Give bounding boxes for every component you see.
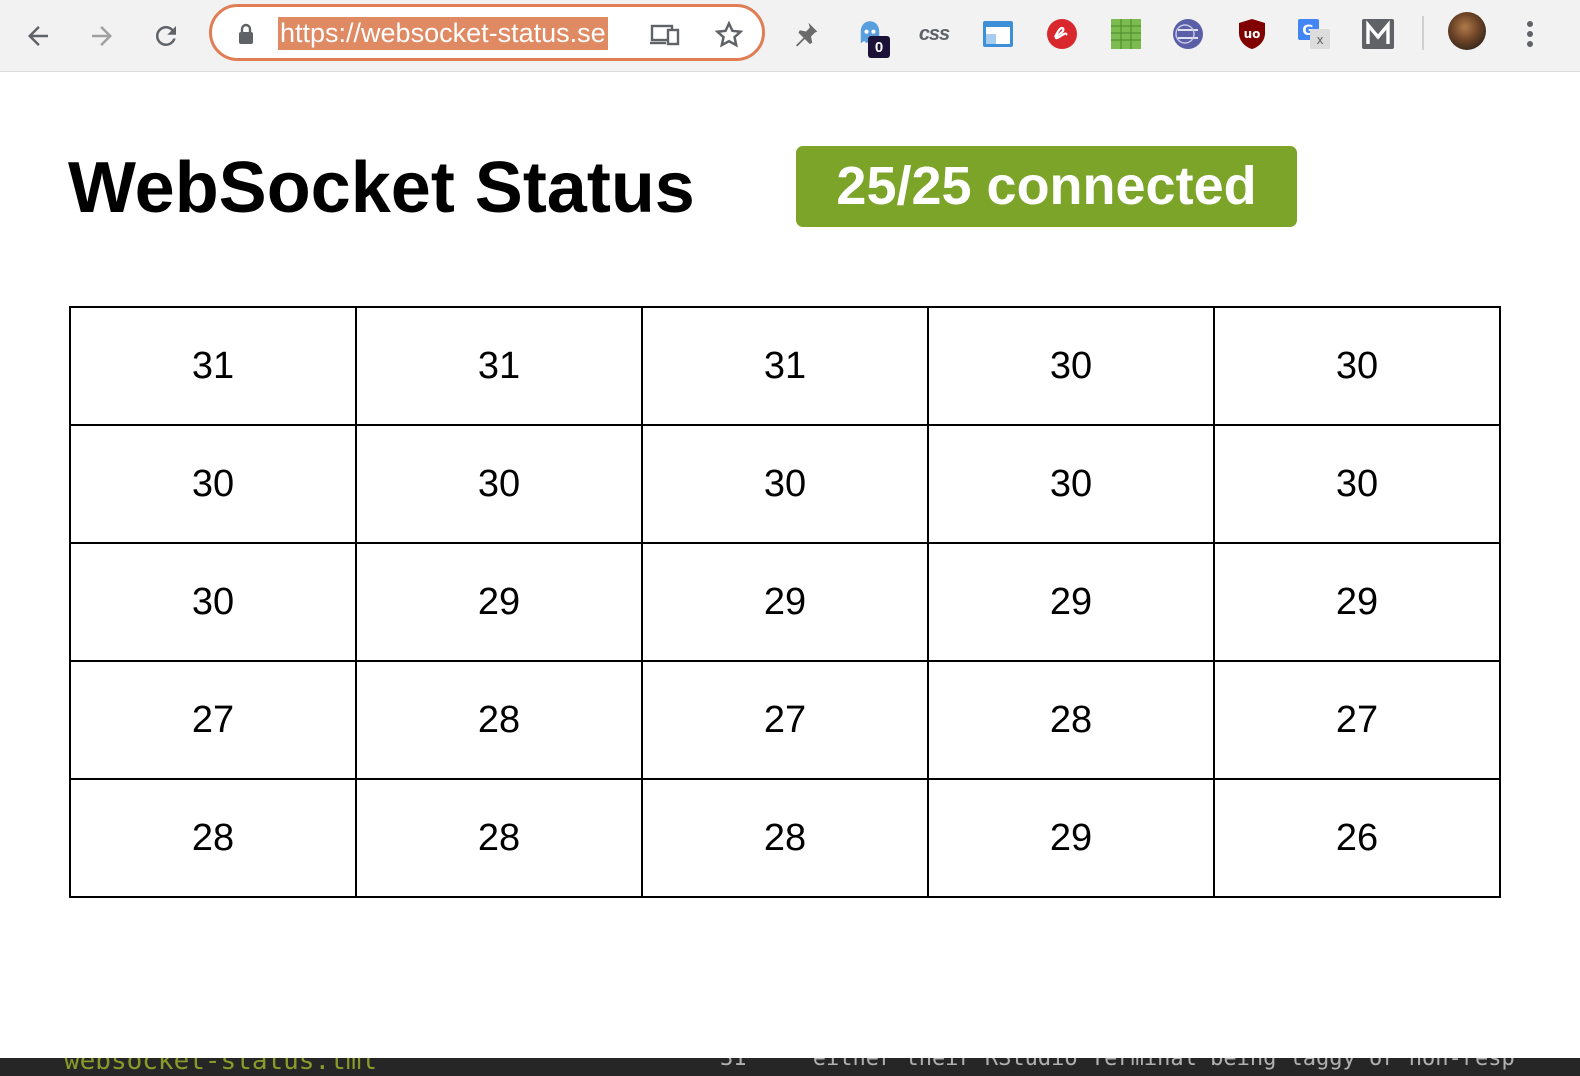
background-line-number: 31 [720, 1058, 747, 1071]
grid-cell: 28 [355, 660, 643, 780]
grid-cell: 26 [1213, 778, 1501, 898]
arrow-right-icon [92, 26, 112, 46]
more-vert-icon[interactable] [1512, 14, 1548, 54]
status-badge: 25/25 connected [796, 146, 1297, 227]
ghostery-badge: 0 [868, 36, 890, 58]
lock-icon[interactable] [236, 22, 256, 51]
grid-cell: 30 [355, 424, 643, 544]
grid-cell: 28 [641, 778, 929, 898]
m-icon[interactable] [1356, 12, 1400, 56]
table-row: 30 30 30 30 30 [69, 424, 1501, 544]
background-editor-line: 31 either their RStudio Terminal being l… [720, 1058, 1515, 1071]
eclipse-icon[interactable] [1166, 12, 1210, 56]
svg-text:x: x [1316, 33, 1323, 47]
forward-button[interactable] [80, 14, 124, 58]
grid-cell: 29 [927, 778, 1215, 898]
page-title: WebSocket Status [68, 148, 695, 228]
star-icon[interactable] [712, 18, 746, 52]
cast-icon[interactable] [648, 18, 682, 52]
table-row: 30 29 29 29 29 [69, 542, 1501, 662]
grid-cell: 29 [1213, 542, 1501, 662]
google-translate-icon[interactable]: Gx [1292, 12, 1336, 56]
grid-cell: 30 [69, 424, 357, 544]
grid-cell: 30 [1213, 306, 1501, 426]
grid-cell: 28 [927, 660, 1215, 780]
status-grid: 31 31 31 30 30 30 30 30 30 30 30 29 29 29 29 27 28 27 28 27… [69, 306, 1501, 898]
toolbar-divider [1422, 16, 1424, 50]
grid-cell: 30 [641, 424, 929, 544]
arrow-left-icon [28, 26, 48, 46]
grid-cell: 31 [69, 306, 357, 426]
reload-button[interactable] [144, 14, 188, 58]
grid-cell: 31 [641, 306, 929, 426]
grid-cell: 30 [927, 424, 1215, 544]
pin-icon[interactable] [784, 12, 828, 56]
table-row: 28 28 28 29 26 [69, 778, 1501, 898]
grid-cell: 29 [927, 542, 1215, 662]
background-line-text: either their RStudio Terminal being lagg… [812, 1058, 1515, 1071]
grid-cell: 27 [69, 660, 357, 780]
grid-cell: 28 [69, 778, 357, 898]
sheet-icon[interactable] [1104, 12, 1148, 56]
grid-cell: 29 [355, 542, 643, 662]
ghostery-icon[interactable]: 0 [848, 12, 892, 58]
back-button[interactable] [16, 14, 60, 58]
grid-cell: 31 [355, 306, 643, 426]
acrobat-icon[interactable] [1040, 12, 1084, 56]
grid-cell: 27 [1213, 660, 1501, 780]
svg-text:uo: uo [1244, 27, 1261, 41]
background-window-strip: websocket-status.tml 31 either their RSt… [0, 1058, 1580, 1076]
grid-cell: 28 [355, 778, 643, 898]
css-extension-label: css [918, 22, 950, 45]
background-tab-label: websocket-status.tml [64, 1058, 378, 1076]
window-icon[interactable] [976, 12, 1020, 56]
table-row: 27 28 27 28 27 [69, 660, 1501, 780]
ublock-icon[interactable]: uo [1230, 12, 1274, 56]
reload-icon [155, 25, 176, 46]
table-row: 31 31 31 30 30 [69, 306, 1501, 426]
css-icon[interactable]: css [912, 12, 956, 56]
grid-cell: 27 [641, 660, 929, 780]
grid-cell: 30 [69, 542, 357, 662]
browser-toolbar: https://websocket-status.se 0 css uo Gx [0, 0, 1580, 72]
avatar[interactable] [1448, 12, 1486, 50]
url-field[interactable]: https://websocket-status.se [278, 17, 624, 50]
grid-cell: 29 [641, 542, 929, 662]
grid-cell: 30 [1213, 424, 1501, 544]
url-text: https://websocket-status.se [278, 17, 608, 50]
address-bar[interactable]: https://websocket-status.se [209, 4, 765, 61]
grid-cell: 30 [927, 306, 1215, 426]
